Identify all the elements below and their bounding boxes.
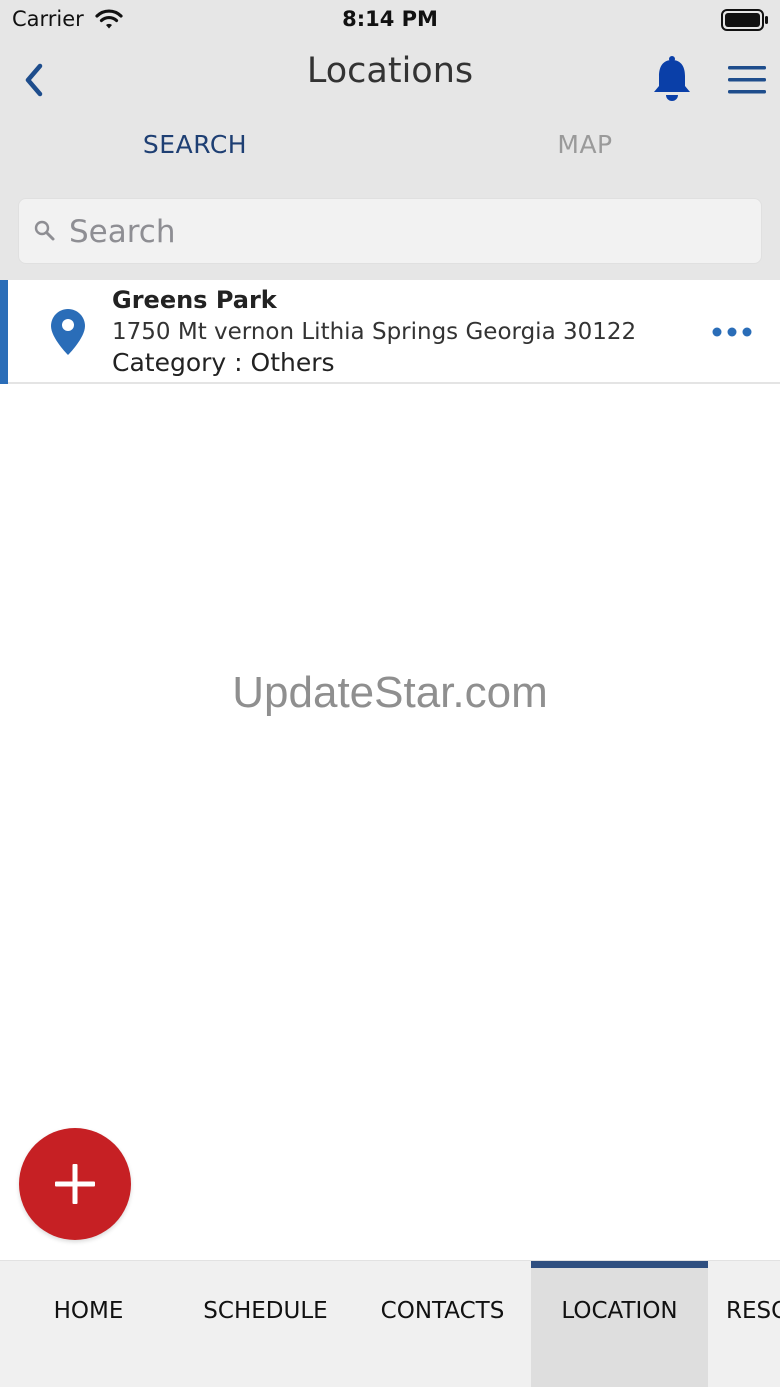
search-input[interactable] — [69, 207, 749, 257]
location-category: Category : Others — [112, 348, 335, 377]
more-horizontal-icon — [712, 327, 752, 337]
hamburger-menu-icon — [728, 66, 766, 94]
bottom-tab-contacts[interactable]: CONTACTS — [354, 1261, 531, 1387]
bottom-tab-resources[interactable]: RESOURCES — [708, 1261, 780, 1387]
watermark: UpdateStar.com — [232, 668, 548, 717]
more-options-button[interactable] — [710, 320, 756, 344]
bottom-navigation: HOME SCHEDULE CONTACTS LOCATION RESOURCE… — [0, 1260, 780, 1387]
segment-tabs: SEARCH MAP — [0, 120, 780, 180]
header-region: Carrier 8:14 PM Locations SEARCH MAP Sea… — [0, 0, 780, 280]
active-tab-indicator — [531, 1261, 708, 1268]
location-list-item[interactable]: Greens Park 1750 Mt vernon Lithia Spring… — [0, 280, 780, 384]
battery-icon — [721, 9, 768, 31]
selection-accent — [0, 280, 8, 384]
tab-search[interactable]: SEARCH — [0, 130, 390, 159]
tab-map[interactable]: MAP — [390, 130, 780, 159]
bottom-tab-location[interactable]: LOCATION — [531, 1261, 708, 1387]
search-bar — [18, 198, 762, 264]
bottom-tab-label: SCHEDULE — [203, 1298, 328, 1324]
navigation-bar: Locations — [0, 40, 780, 120]
status-time: 8:14 PM — [342, 7, 438, 31]
plus-icon — [55, 1164, 95, 1204]
add-location-button[interactable] — [19, 1128, 131, 1240]
bottom-tab-home[interactable]: HOME — [0, 1261, 177, 1387]
bottom-tab-label: RESOURCES — [726, 1298, 780, 1324]
bottom-tab-label: HOME — [53, 1298, 124, 1324]
search-icon — [34, 220, 55, 241]
location-name: Greens Park — [112, 286, 277, 314]
location-address: 1750 Mt vernon Lithia Springs Georgia 30… — [112, 319, 637, 345]
bell-icon — [654, 56, 690, 101]
bottom-tab-label: CONTACTS — [380, 1298, 505, 1324]
notifications-button[interactable] — [650, 54, 694, 104]
menu-button[interactable] — [725, 62, 769, 98]
bottom-tab-label: LOCATION — [561, 1298, 678, 1324]
status-bar: Carrier 8:14 PM — [0, 0, 780, 40]
location-pin-icon — [51, 309, 85, 355]
bottom-tab-schedule[interactable]: SCHEDULE — [177, 1261, 354, 1387]
